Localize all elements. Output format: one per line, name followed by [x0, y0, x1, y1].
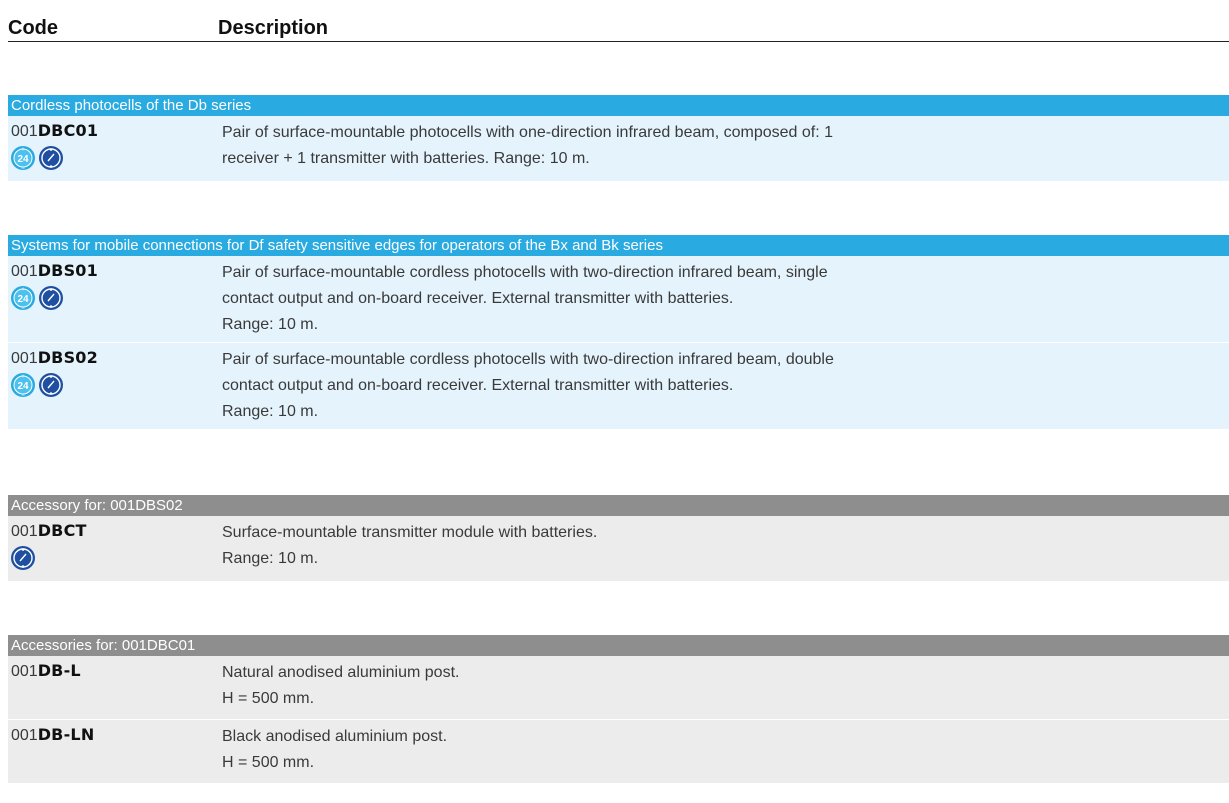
product-description: Natural anodised aluminium post. H = 500…: [222, 664, 460, 707]
product-code: 001DB-L: [11, 661, 81, 680]
description-column-header: Description: [218, 17, 329, 39]
table-row: 001DBS01 24 + − Pair of surface-mountable …: [8, 256, 1229, 343]
product-code: 001DBCT: [11, 521, 87, 540]
section-title: Accessories for: 001DBC01: [8, 635, 1229, 656]
table-row: 001DB-L Natural anodised aluminium post.…: [8, 656, 1229, 720]
section-accessory-dbs02: Accessory for: 001DBS02 001DBCT Surface-…: [8, 495, 1229, 582]
feature-icons: 24 + −: [10, 145, 64, 171]
svg-text:+: +: [21, 147, 25, 153]
product-description: Pair of surface-mountable cordless photo…: [222, 264, 828, 333]
battery-transmitter-icon: [39, 146, 63, 170]
table-row: 001DBCT Surface-mountable transmitter mo…: [8, 516, 1229, 582]
table-row: 001DBS02 24 + − Pair of surface-mountable …: [8, 343, 1229, 430]
product-code: 001DB-LN: [11, 725, 95, 744]
code-column-header: Code: [8, 17, 58, 39]
section-db-photocells: Cordless photocells of the Db series 001…: [8, 95, 1229, 182]
svg-text:+: +: [21, 287, 25, 293]
feature-icons: 24 + −: [10, 372, 64, 398]
24v-power-icon: 24+ −: [11, 373, 35, 398]
table-row: 001DBC01 24 + − Pair of surface-mountable …: [8, 116, 1229, 182]
section-title: Accessory for: 001DBS02: [8, 495, 1229, 516]
product-description: Pair of surface-mountable cordless photo…: [222, 351, 834, 420]
table-row: 001DB-LN Black anodised aluminium post. …: [8, 720, 1229, 784]
svg-text:+: +: [21, 374, 25, 380]
battery-transmitter-icon: [39, 373, 63, 397]
product-code: 001DBS02: [11, 348, 98, 367]
table-header: Code Description: [8, 14, 1229, 42]
svg-text:24: 24: [17, 294, 29, 305]
section-mobile-connections: Systems for mobile connections for Df sa…: [8, 235, 1229, 430]
section-accessories-dbc01: Accessories for: 001DBC01 001DB-L Natura…: [8, 635, 1229, 784]
feature-icons: 24 + −: [10, 285, 64, 311]
product-description: Surface-mountable transmitter module wit…: [222, 524, 598, 567]
battery-transmitter-icon: [11, 546, 35, 570]
product-description: Black anodised aluminium post. H = 500 m…: [222, 728, 448, 771]
feature-icons: [10, 545, 36, 571]
section-title: Systems for mobile connections for Df sa…: [8, 235, 1229, 256]
product-description: Pair of surface-mountable photocells wit…: [222, 124, 833, 167]
svg-text:−: −: [21, 166, 25, 171]
svg-text:24: 24: [17, 381, 29, 392]
product-code: 001DBS01: [11, 261, 98, 280]
svg-text:−: −: [21, 306, 25, 311]
section-title: Cordless photocells of the Db series: [8, 95, 1229, 116]
battery-transmitter-icon: [39, 286, 63, 310]
24v-power-icon: 24+ −: [11, 286, 35, 311]
24v-power-icon: 24+ −: [11, 146, 35, 171]
product-code: 001DBC01: [11, 121, 99, 140]
svg-text:24: 24: [17, 154, 29, 165]
svg-text:−: −: [21, 393, 25, 398]
